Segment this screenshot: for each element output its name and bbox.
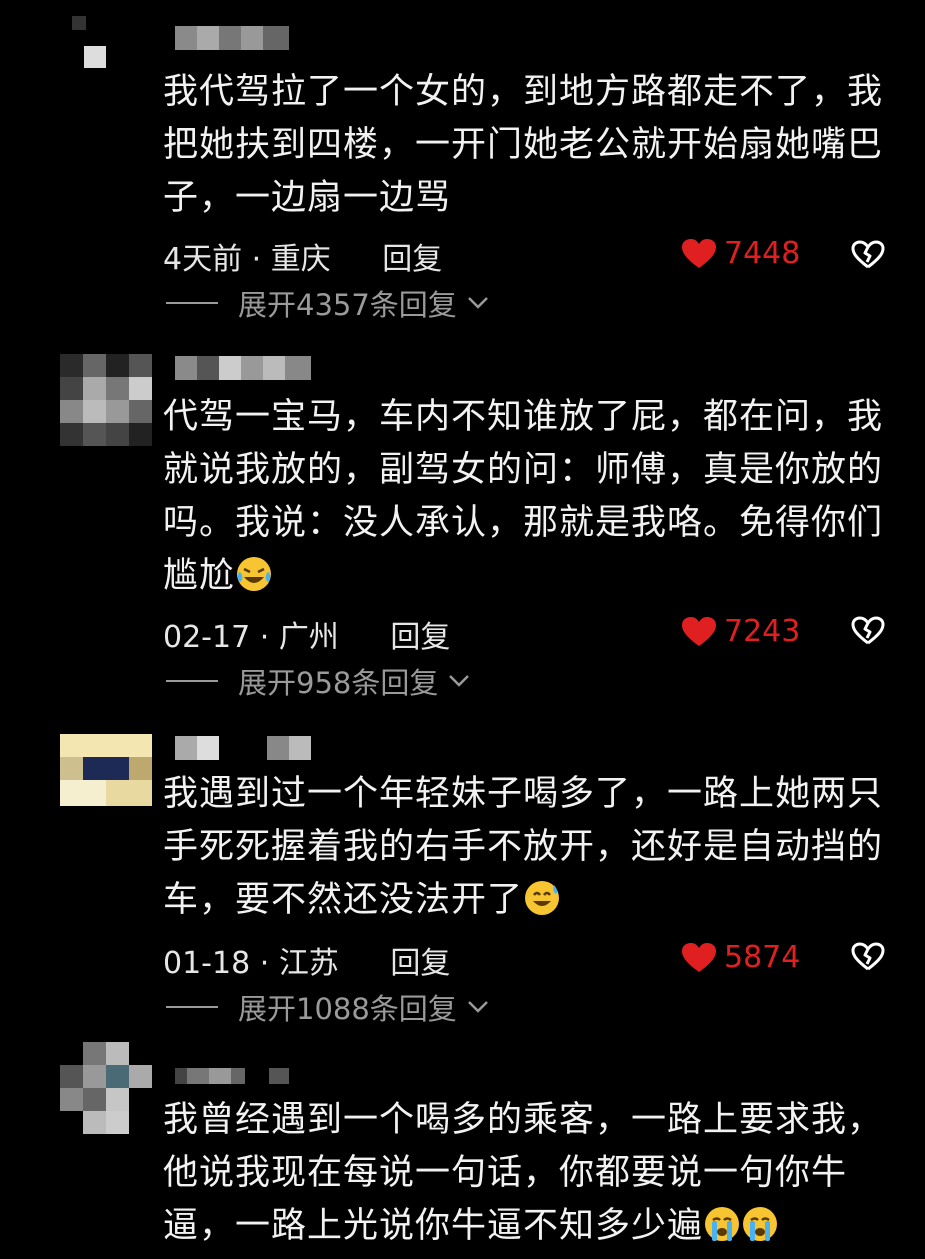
comment-text-body: 我代驾拉了一个女的，到地方路都走不了，我把她扶到四楼，一开门她老公就开始扇她嘴巴… [163,72,884,218]
comment-meta: 4天前 · 重庆 回复 [163,242,443,277]
comment-meta: 02-17 · 广州 回复 [163,620,451,655]
dislike-button[interactable] [851,240,885,274]
avatar[interactable] [60,734,152,826]
broken-heart-icon [851,942,885,971]
avatar[interactable] [60,354,152,446]
expand-replies-label: 展开4357条回复 [238,288,457,322]
broken-heart-icon [851,240,885,269]
comment-text: 我遇到过一个年轻妹子喝多了，一路上她两只手死死握着我的右手不放开，还好是自动挡的… [163,768,883,933]
like-button[interactable]: 5874 [682,940,800,975]
like-count: 7448 [724,236,801,271]
heart-icon [682,616,716,646]
chevron-down-icon [467,1001,488,1013]
comment-text: 代驾一宝马，车内不知谁放了屁，都在问，我就说我放的，副驾女的问：师傅，真是你放的… [163,391,883,609]
chevron-down-icon [449,675,470,687]
avatar[interactable] [60,1042,152,1134]
comment-meta: 01-18 · 江苏 回复 [163,946,451,981]
avatar[interactable] [60,8,152,100]
comment-location: 江苏 [278,946,339,981]
expand-replies[interactable]: 展开1088条回复 [166,986,489,1028]
like-button[interactable]: 7448 [682,236,800,271]
sweat-smile-emoji [523,879,561,933]
expand-replies-label: 展开958条回复 [238,666,439,700]
comment-text: 我曾经遇到一个喝多的乘客，一路上要求我，他说我现在每说一句话，你都要说一句你牛逼… [163,1094,883,1259]
comment-location: 广州 [278,620,339,655]
reply-button[interactable]: 回复 [390,620,450,655]
like-button[interactable]: 7243 [682,614,800,649]
comment-time: 01-18 [163,946,251,981]
like-count: 7243 [724,614,801,649]
expand-replies-label: 展开1088条回复 [238,992,457,1026]
laughing-tears-emoji [235,555,273,609]
chevron-down-icon [467,297,488,309]
dislike-button[interactable] [851,942,885,976]
heart-icon [682,942,716,972]
divider-line [166,302,218,304]
broken-heart-icon [851,616,885,645]
divider-line [166,680,218,682]
expand-replies[interactable]: 展开4357条回复 [166,282,489,324]
reply-button[interactable]: 回复 [382,242,442,277]
comment-time: 02-17 [163,620,251,655]
dislike-button[interactable] [851,616,885,650]
divider-line [166,1006,218,1008]
like-count: 5874 [724,940,801,975]
comment-text: 我代驾拉了一个女的，到地方路都走不了，我把她扶到四楼，一开门她老公就开始扇她嘴巴… [163,66,883,225]
reply-button[interactable]: 回复 [390,946,450,981]
heart-icon [682,238,716,268]
comment-time: 4天前 [163,242,243,277]
crying-emoji [703,1205,779,1259]
expand-replies[interactable]: 展开958条回复 [166,660,470,702]
comment-location: 重庆 [270,242,331,277]
